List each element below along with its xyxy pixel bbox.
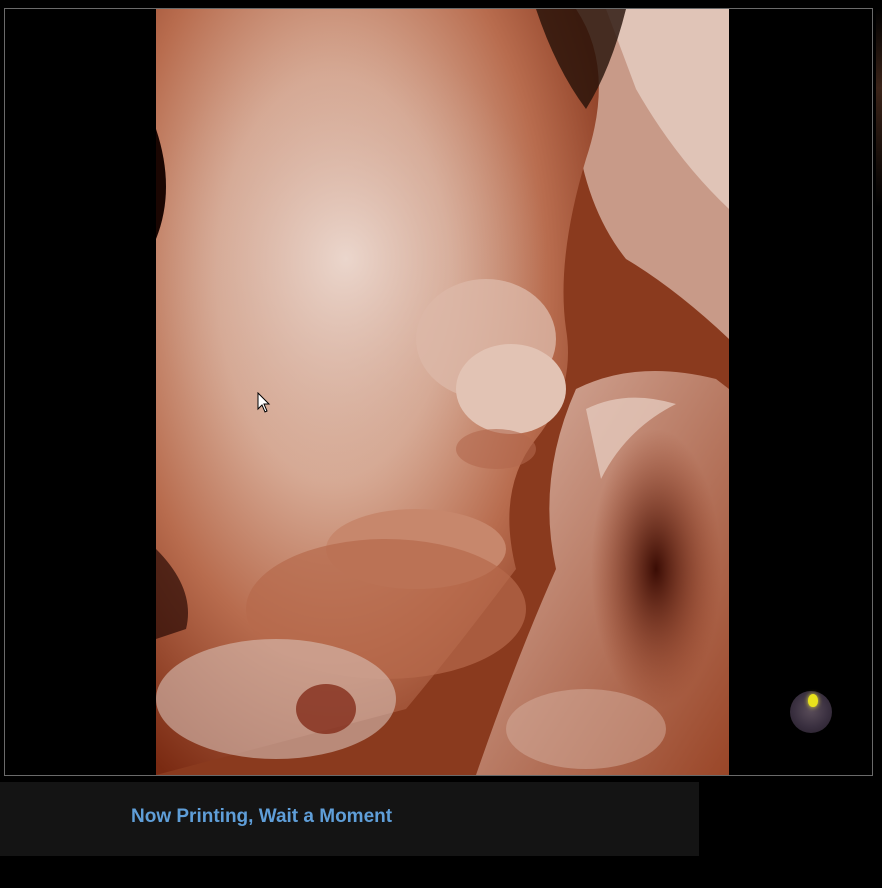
fetal-face-3d-render <box>156 9 729 775</box>
light-position-icon[interactable] <box>808 694 818 707</box>
3d-render-image <box>156 9 729 775</box>
light-source-control[interactable] <box>790 691 832 733</box>
printing-status-message: Now Printing, Wait a Moment <box>131 806 393 827</box>
ultrasound-viewport[interactable] <box>4 8 873 776</box>
screen-edge-strip <box>876 8 882 208</box>
mouse-pointer-icon <box>257 392 271 413</box>
status-bar: Now Printing, Wait a Moment <box>0 782 699 856</box>
